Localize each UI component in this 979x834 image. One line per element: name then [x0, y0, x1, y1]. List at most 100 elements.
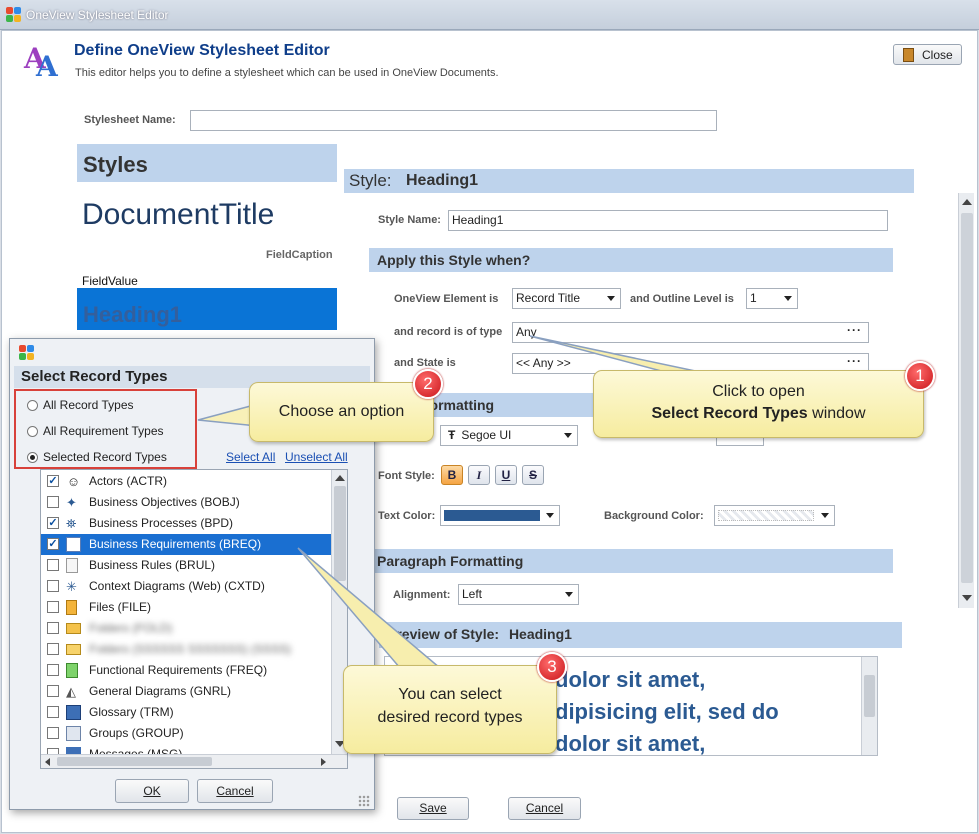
folder-open-icon	[66, 644, 81, 655]
checkbox[interactable]	[47, 643, 59, 655]
state-label: and State is	[394, 357, 456, 369]
bold-button[interactable]: B	[441, 465, 463, 485]
text-color-select[interactable]	[440, 505, 560, 526]
list-item[interactable]: Groups (GROUP)	[41, 723, 331, 744]
style-item-fieldcaption[interactable]: FieldCaption	[266, 249, 333, 261]
unselect-all-link[interactable]: Unselect All	[285, 450, 348, 464]
process-icon: ⛯	[66, 516, 77, 531]
page-title: Define OneView Stylesheet Editor	[74, 42, 330, 59]
list-item[interactable]: ✳ Context Diagrams (Web) (CXTD)	[41, 576, 331, 597]
list-item[interactable]: Business Rules (BRUL)	[41, 555, 331, 576]
chevron-down-icon	[784, 296, 792, 301]
record-type-label: and record is of type	[394, 326, 503, 338]
list-item[interactable]: Glossary (TRM)	[41, 702, 331, 723]
functional-requirement-icon	[66, 663, 78, 678]
style-item-fieldvalue[interactable]: FieldValue	[82, 274, 138, 288]
underline-button[interactable]: U	[495, 465, 517, 485]
scroll-up-icon[interactable]	[962, 199, 972, 205]
radio-all-record-types[interactable]	[27, 400, 38, 411]
ellipsis-icon[interactable]: ···	[847, 352, 862, 370]
scroll-up-icon[interactable]	[335, 475, 345, 481]
element-select[interactable]: Record Title	[512, 288, 621, 309]
text-color-label: Text Color:	[378, 510, 436, 522]
styles-header: Styles	[77, 144, 337, 182]
callout-2: Choose an option	[249, 382, 434, 442]
scroll-right-icon[interactable]	[321, 758, 326, 766]
italic-button[interactable]: I	[468, 465, 490, 485]
paragraph-formatting-header: Paragraph Formatting	[369, 549, 893, 573]
scroll-down-icon[interactable]	[962, 595, 972, 601]
chevron-down-icon	[546, 513, 554, 518]
preview-scrollbar[interactable]	[861, 657, 877, 755]
group-icon	[66, 726, 81, 741]
file-icon	[66, 600, 77, 615]
chevron-down-icon	[564, 433, 572, 438]
select-all-link[interactable]: Select All	[226, 450, 275, 464]
checkbox[interactable]: ✓	[47, 475, 59, 487]
background-color-label: Background Color:	[604, 510, 704, 522]
option-all-requirement-types[interactable]: All Requirement Types	[43, 424, 164, 438]
list-item[interactable]: Files (FILE)	[41, 597, 331, 618]
dialog-ok-button[interactable]: OK	[115, 779, 189, 803]
pushpin-icon: ✦	[66, 495, 77, 510]
callout-3-badge: 3	[537, 652, 567, 682]
message-icon	[66, 747, 81, 754]
checkbox[interactable]: ✓	[47, 517, 59, 529]
main-scrollbar[interactable]	[958, 193, 974, 608]
checkbox[interactable]	[47, 727, 59, 739]
list-item[interactable]: ✓ ⛯ Business Processes (BPD)	[41, 513, 331, 534]
list-horizontal-scrollbar[interactable]	[41, 754, 347, 768]
list-item[interactable]: Messages (MSG)	[41, 744, 331, 754]
style-item-documenttitle[interactable]: DocumentTitle	[82, 198, 274, 232]
checkbox[interactable]	[47, 559, 59, 571]
record-type-field[interactable]: Any ···	[512, 322, 869, 343]
style-item-heading1[interactable]: Heading1	[77, 288, 337, 330]
list-item[interactable]: Folders (FOLD)	[41, 618, 331, 639]
text-color-swatch	[444, 510, 540, 521]
background-color-select[interactable]	[714, 505, 835, 526]
checkbox[interactable]	[47, 685, 59, 697]
ellipsis-icon[interactable]: ···	[847, 321, 862, 339]
close-button[interactable]: Close	[893, 44, 962, 65]
diagram-icon: ◭	[66, 684, 76, 699]
radio-all-requirement-types[interactable]	[27, 426, 38, 437]
context-diagram-icon: ✳	[66, 579, 77, 594]
alignment-select[interactable]: Left	[458, 584, 579, 605]
stylesheet-name-label: Stylesheet Name:	[84, 114, 176, 126]
record-types-list: ✓ ☺ Actors (ACTR) ✦ Business Objectives …	[40, 469, 348, 769]
checkbox[interactable]	[47, 580, 59, 592]
option-all-record-types[interactable]: All Record Types	[43, 398, 134, 412]
scroll-left-icon[interactable]	[45, 758, 50, 766]
list-item[interactable]: ◭ General Diagrams (GNRL)	[41, 681, 331, 702]
list-item[interactable]: Functional Requirements (FREQ)	[41, 660, 331, 681]
resize-grip-icon[interactable]	[358, 795, 370, 807]
book-icon	[66, 705, 81, 720]
style-name-input[interactable]: Heading1	[448, 210, 888, 231]
list-item[interactable]: ✓ ☺ Actors (ACTR)	[41, 471, 331, 492]
checkbox[interactable]	[47, 706, 59, 718]
rules-document-icon	[66, 558, 78, 573]
save-button[interactable]: Save	[397, 797, 469, 820]
outline-label: and Outline Level is	[630, 293, 734, 305]
dialog-cancel-button[interactable]: Cancel	[197, 779, 273, 803]
chevron-down-icon	[821, 513, 829, 518]
checkbox[interactable]	[47, 601, 59, 613]
strikethrough-button[interactable]: S	[522, 465, 544, 485]
callout-1: Click to open Select Record Types window	[593, 370, 924, 438]
list-item[interactable]: ✦ Business Objectives (BOBJ)	[41, 492, 331, 513]
font-select[interactable]: Ŧ Segoe UI	[440, 425, 578, 446]
checkbox[interactable]	[47, 622, 59, 634]
radio-selected-record-types[interactable]	[27, 452, 38, 463]
list-item[interactable]: ✓ Business Requirements (BREQ)	[41, 534, 331, 555]
list-item[interactable]: Folders (SSSSSS SSSSSSS) (SSSS)	[41, 639, 331, 660]
apply-style-header: Apply this Style when?	[369, 248, 893, 272]
cancel-button[interactable]: Cancel	[508, 797, 581, 820]
checkbox[interactable]: ✓	[47, 538, 59, 550]
checkbox[interactable]	[47, 664, 59, 676]
option-selected-record-types[interactable]: Selected Record Types	[43, 450, 167, 464]
checkbox[interactable]	[47, 496, 59, 508]
callout-1-badge: 1	[905, 361, 935, 391]
outline-select[interactable]: 1	[746, 288, 798, 309]
stylesheet-name-input[interactable]	[190, 110, 717, 131]
style-header: Style: Heading1	[344, 169, 914, 193]
